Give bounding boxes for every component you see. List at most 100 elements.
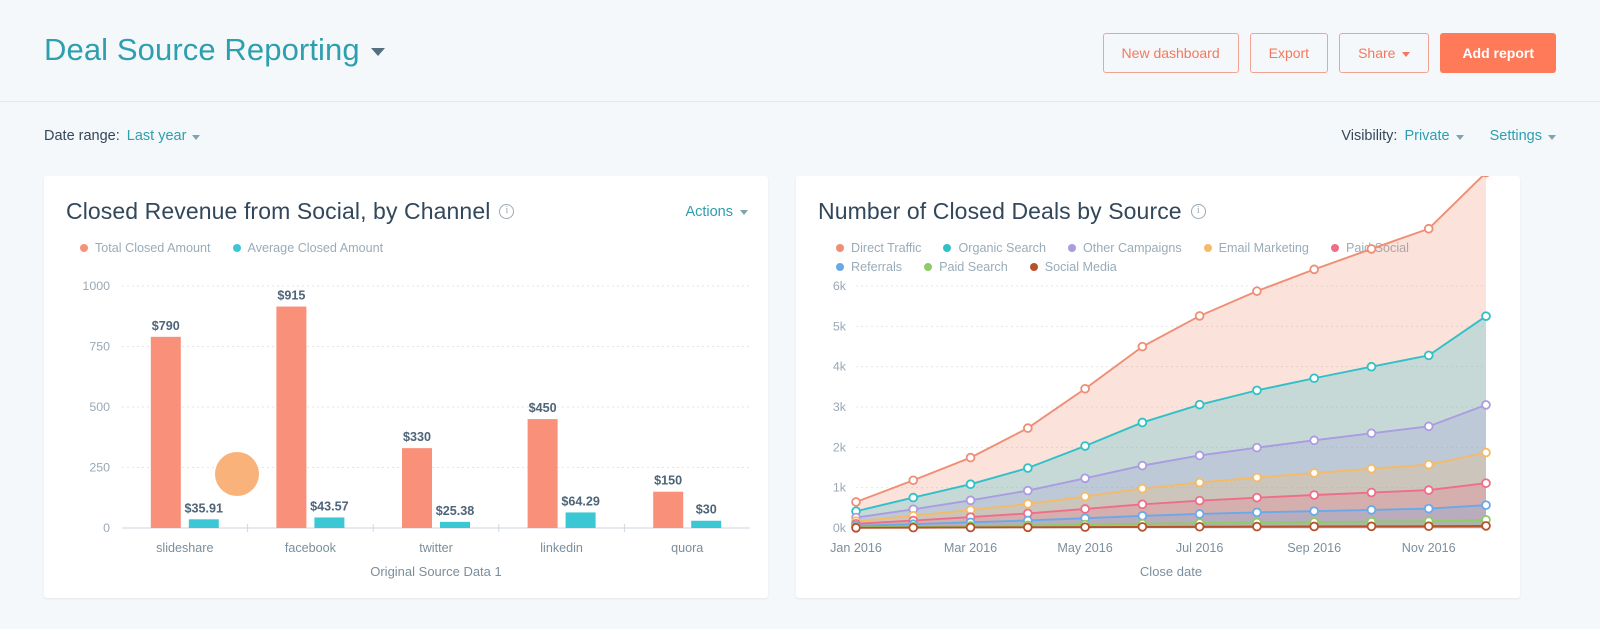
data-point-marker[interactable] (909, 476, 917, 484)
data-point-marker[interactable] (1081, 385, 1089, 393)
bar-group[interactable]: $35.91 (185, 501, 224, 528)
y-axis-tick-label: 4k (833, 360, 847, 374)
data-point-marker[interactable] (1310, 491, 1318, 499)
data-point-marker[interactable] (1310, 374, 1318, 382)
data-point-marker[interactable] (1310, 523, 1318, 531)
data-point-marker[interactable] (1425, 422, 1433, 430)
bar-group[interactable]: $150 (653, 474, 683, 528)
data-point-marker[interactable] (1196, 510, 1204, 518)
data-point-marker[interactable] (1081, 474, 1089, 482)
data-point-marker[interactable] (1310, 507, 1318, 515)
bar-value-label: $30 (696, 503, 717, 517)
data-point-marker[interactable] (1368, 489, 1376, 497)
data-point-marker[interactable] (1253, 287, 1261, 295)
data-point-marker[interactable] (852, 498, 860, 506)
data-point-marker[interactable] (1138, 512, 1146, 520)
data-point-marker[interactable] (967, 454, 975, 462)
data-point-marker[interactable] (1024, 464, 1032, 472)
bar-value-label: $64.29 (561, 494, 600, 508)
data-point-marker[interactable] (1138, 462, 1146, 470)
date-range-dropdown[interactable]: Last year (127, 128, 201, 144)
y-axis-tick-label: 0 (103, 521, 110, 535)
data-point-marker[interactable] (1482, 479, 1490, 487)
data-point-marker[interactable] (1253, 386, 1261, 394)
data-point-marker[interactable] (909, 494, 917, 502)
data-point-marker[interactable] (1081, 505, 1089, 513)
bar-chart[interactable]: 02505007501000$790$35.91slideshare$915$4… (44, 176, 768, 598)
data-point-marker[interactable] (1138, 419, 1146, 427)
data-point-marker[interactable] (1368, 465, 1376, 473)
data-point-marker[interactable] (1024, 523, 1032, 531)
data-point-marker[interactable] (1310, 265, 1318, 273)
data-point-marker[interactable] (1482, 401, 1490, 409)
data-point-marker[interactable] (1024, 500, 1032, 508)
area-chart[interactable]: 0k1k2k3k4k5k6kJan 2016Mar 2016May 2016Ju… (796, 176, 1520, 598)
data-point-marker[interactable] (1425, 505, 1433, 513)
data-point-marker[interactable] (1368, 429, 1376, 437)
data-point-marker[interactable] (1081, 493, 1089, 501)
data-point-marker[interactable] (852, 524, 860, 532)
bar-group[interactable]: $330 (402, 430, 432, 528)
x-axis-tick-label: Nov 2016 (1402, 541, 1456, 555)
data-point-marker[interactable] (1425, 225, 1433, 233)
data-point-marker[interactable] (1310, 436, 1318, 444)
data-point-marker[interactable] (1081, 442, 1089, 450)
data-point-marker[interactable] (1138, 523, 1146, 531)
data-point-marker[interactable] (1024, 487, 1032, 495)
data-point-marker[interactable] (1253, 474, 1261, 482)
share-button[interactable]: Share (1339, 33, 1429, 73)
data-point-marker[interactable] (1081, 523, 1089, 531)
data-point-marker[interactable] (1368, 506, 1376, 514)
data-point-marker[interactable] (1482, 522, 1490, 530)
bar-group[interactable]: $790 (151, 319, 181, 528)
chevron-down-icon[interactable] (371, 48, 385, 56)
data-point-marker[interactable] (1253, 508, 1261, 516)
data-point-marker[interactable] (1368, 363, 1376, 371)
x-axis-tick-label: Jul 2016 (1176, 541, 1224, 555)
data-point-marker[interactable] (1196, 523, 1204, 531)
data-point-marker[interactable] (967, 496, 975, 504)
data-point-marker[interactable] (1368, 522, 1376, 530)
data-point-marker[interactable] (1253, 494, 1261, 502)
bar-value-label: $25.38 (436, 504, 475, 518)
data-point-marker[interactable] (1425, 522, 1433, 530)
data-point-marker[interactable] (1310, 469, 1318, 477)
data-point-marker[interactable] (1196, 401, 1204, 409)
data-point-marker[interactable] (1482, 449, 1490, 457)
data-point-marker[interactable] (1196, 312, 1204, 320)
data-point-marker[interactable] (1196, 479, 1204, 487)
export-button[interactable]: Export (1250, 33, 1328, 73)
settings-dropdown[interactable]: Settings (1490, 128, 1556, 144)
data-point-marker[interactable] (1196, 497, 1204, 505)
data-point-marker[interactable] (967, 480, 975, 488)
bar-group[interactable]: $30 (691, 503, 721, 528)
chevron-down-icon (1548, 135, 1556, 140)
bar-group[interactable]: $450 (528, 401, 558, 528)
page-title-dropdown[interactable]: Deal Source Reporting (44, 34, 385, 65)
bar-group[interactable]: $25.38 (436, 504, 475, 528)
data-point-marker[interactable] (1425, 461, 1433, 469)
data-point-marker[interactable] (1138, 343, 1146, 351)
visibility-label: Visibility: (1341, 128, 1397, 144)
data-point-marker[interactable] (909, 524, 917, 532)
bar-group[interactable]: $915 (276, 289, 306, 528)
data-point-marker[interactable] (1138, 485, 1146, 493)
data-point-marker[interactable] (1138, 500, 1146, 508)
data-point-marker[interactable] (1196, 452, 1204, 460)
new-dashboard-button[interactable]: New dashboard (1103, 33, 1239, 73)
bar-group[interactable]: $64.29 (561, 494, 600, 528)
header-action-buttons: New dashboard Export Share Add report (1103, 33, 1556, 73)
data-point-marker[interactable] (1253, 523, 1261, 531)
add-report-button[interactable]: Add report (1440, 33, 1556, 73)
data-point-marker[interactable] (1024, 424, 1032, 432)
bar-group[interactable]: $43.57 (310, 499, 349, 528)
data-point-marker[interactable] (1482, 501, 1490, 509)
data-point-marker[interactable] (1425, 486, 1433, 494)
data-point-marker[interactable] (1253, 444, 1261, 452)
visibility-dropdown[interactable]: Private (1404, 128, 1463, 144)
x-axis-tick-label: Mar 2016 (944, 541, 997, 555)
data-point-marker[interactable] (1425, 351, 1433, 359)
data-point-marker[interactable] (1482, 312, 1490, 320)
data-point-marker[interactable] (967, 524, 975, 532)
data-point-marker[interactable] (1368, 245, 1376, 253)
